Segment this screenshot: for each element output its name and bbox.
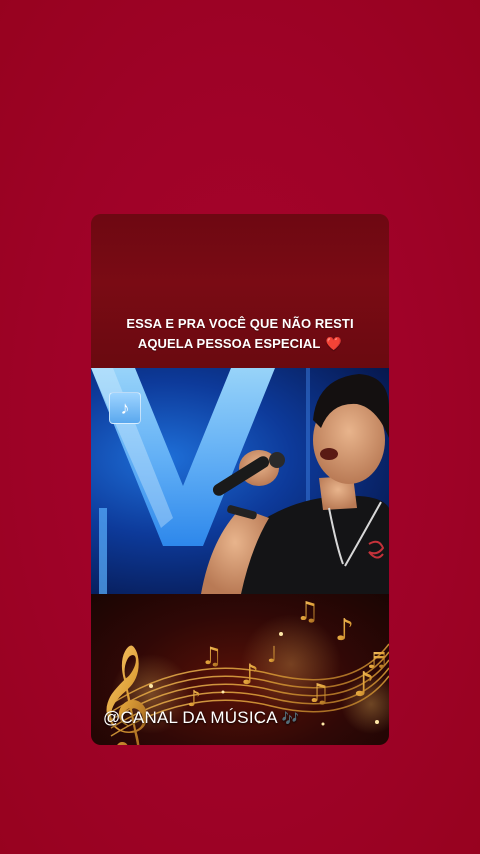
channel-watermark: @CANAL DA MÚSICA 🎶 [103,708,299,728]
singer [241,495,389,594]
heart-icon: ❤️ [325,336,343,351]
svg-text:♬: ♬ [367,649,387,674]
video-frame[interactable]: ♪ [91,368,389,594]
music-notes-icon: 🎶 [281,710,300,726]
story-card[interactable]: ESSA E PRA VOCÊ QUE NÃO RESTI AQUELA PES… [91,214,389,745]
music-note-icon: ♪ [109,392,141,424]
svg-text:♫: ♫ [201,642,223,670]
caption-line-2: AQUELA PESSOA ESPECIAL ❤️ [91,334,389,354]
channel-handle: @CANAL DA MÚSICA [103,708,278,727]
svg-text:♪: ♪ [335,613,354,648]
svg-text:♫: ♫ [296,597,319,627]
caption-area: ESSA E PRA VOCÊ QUE NÃO RESTI AQUELA PES… [91,214,389,368]
svg-text:♩: ♩ [267,643,277,668]
story-background: ESSA E PRA VOCÊ QUE NÃO RESTI AQUELA PES… [0,0,480,854]
svg-text:♪: ♪ [241,658,259,691]
caption-line-2-text: AQUELA PESSOA ESPECIAL [137,336,321,351]
story-caption: ESSA E PRA VOCÊ QUE NÃO RESTI AQUELA PES… [91,314,389,354]
treble-clef-icon: 𝄞 [95,643,152,745]
svg-text:♫: ♫ [307,679,330,709]
caption-line-1: ESSA E PRA VOCÊ QUE NÃO RESTI [126,316,354,331]
